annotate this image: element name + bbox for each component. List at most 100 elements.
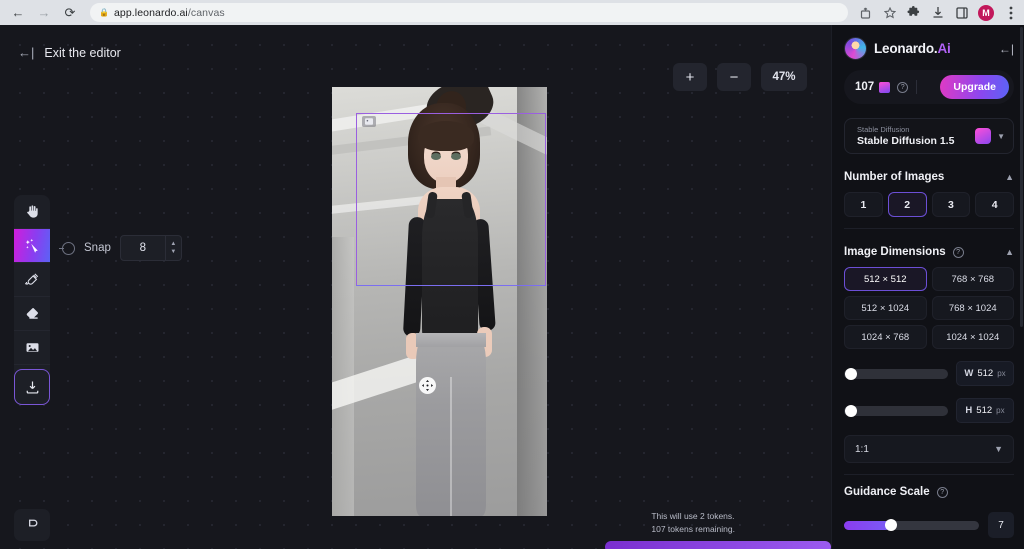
generate-button-partial[interactable] [605,541,831,549]
width-slider[interactable] [844,369,948,379]
guidance-scale-fill [844,521,890,530]
height-slider-knob[interactable] [845,405,857,417]
generated-image[interactable] [332,87,547,516]
chevron-up-icon[interactable]: ▲ [1005,172,1014,182]
brush-tool[interactable] [14,263,50,297]
image-dimensions-options: 512 × 512 768 × 768 512 × 1024 768 × 102… [844,267,1014,349]
side-panel-icon[interactable] [954,5,969,20]
move-handle[interactable] [419,377,436,394]
eye-left [431,153,441,160]
guidance-scale-slider[interactable] [844,521,979,530]
aspect-ratio-value: 1:1 [855,444,869,455]
magic-wand-cursor-icon [25,238,40,253]
guidance-scale-header: Guidance Scale ? [844,481,1014,503]
image-count-option-3[interactable]: 3 [932,192,971,217]
canvas-workspace[interactable]: ←| Exit the editor + − 47% [0,25,831,549]
image-count-option-2[interactable]: 2 [888,192,927,217]
guidance-scale-knob[interactable] [885,519,897,531]
help-icon[interactable]: ? [953,247,964,258]
image-dimensions-title: Image Dimensions [844,246,946,258]
number-of-images-header[interactable]: Number of Images ▲ [844,162,1014,192]
aspect-ratio-select[interactable]: 1:1 ▼ [844,435,1014,463]
dimension-option-512x1024[interactable]: 512 × 1024 [844,296,927,320]
zoom-controls: + − 47% [673,63,807,91]
reload-button[interactable]: ⟳ [58,1,82,25]
dimension-option-1024x768[interactable]: 1024 × 768 [844,325,927,349]
download-icon[interactable] [930,5,945,20]
exit-arrow-icon: ←| [18,45,34,60]
upgrade-button[interactable]: Upgrade [940,75,1009,99]
puzzle-icon[interactable] [906,5,921,20]
back-button[interactable]: ← [6,1,30,25]
forward-button[interactable]: → [32,1,56,25]
image-count-option-1[interactable]: 1 [844,192,883,217]
exit-editor-button[interactable]: ←| Exit the editor [18,45,121,60]
width-slider-knob[interactable] [845,368,857,380]
eraser-icon [25,306,40,321]
dimension-option-768x768[interactable]: 768 × 768 [932,267,1015,291]
token-coin-icon [879,82,890,93]
brand-name-text: Leonardo. [874,41,937,56]
credits-bar: 107 ? Upgrade [844,70,1014,104]
height-slider[interactable] [844,406,948,416]
stepper-up-icon[interactable]: ▲ [170,241,176,247]
snap-toggle[interactable] [62,242,75,255]
height-field[interactable]: H 512 px [956,398,1014,423]
height-unit: px [996,406,1004,415]
zoom-out-button[interactable]: − [717,63,751,91]
profile-avatar[interactable]: M [978,5,994,21]
hand-tool[interactable] [14,195,50,229]
image-dimensions-header[interactable]: Image Dimensions ? ▲ [844,237,1014,267]
height-value: 512 [976,405,992,416]
snap-stepper[interactable]: ▲ ▼ [166,235,182,261]
help-icon[interactable]: ? [897,82,908,93]
eraser-tool[interactable] [14,297,50,331]
share-icon[interactable] [858,5,873,20]
address-bar[interactable]: 🔒 app.leonardo.ai/canvas [90,3,848,22]
width-unit: px [997,369,1005,378]
image-count-option-4[interactable]: 4 [975,192,1014,217]
width-label: W [964,368,973,379]
hand-icon [25,204,40,219]
model-selector[interactable]: Stable Diffusion Stable Diffusion 1.5 ▼ [844,118,1014,154]
undo-button[interactable] [14,509,50,541]
browser-toolbar: ← → ⟳ 🔒 app.leonardo.ai/canvas M [0,0,1024,25]
dimension-option-1024x1024[interactable]: 1024 × 1024 [932,325,1015,349]
model-name: Stable Diffusion 1.5 [857,135,954,147]
kebab-menu-icon[interactable] [1003,5,1018,20]
download-tool[interactable] [14,369,50,405]
waistband [416,333,486,347]
browser-actions: M [854,5,1018,21]
image-icon [25,340,40,355]
magic-select-tool[interactable] [14,229,50,263]
zoom-level-indicator[interactable]: 47% [761,63,807,91]
model-kicker: Stable Diffusion [857,125,954,134]
chevron-down-icon[interactable]: ▼ [994,444,1003,454]
divider [844,228,1014,229]
exit-editor-label: Exit the editor [44,46,120,60]
collapse-panel-icon[interactable]: ←| [999,42,1014,56]
chevron-down-icon[interactable]: ▼ [997,132,1005,141]
height-control: H 512 px [844,398,1014,423]
guidance-scale-value[interactable]: 7 [988,512,1014,538]
settings-panel: Leonardo.Ai ←| 107 ? Upgrade Stable Diff… [831,25,1024,549]
guidance-scale-section: Guidance Scale ? 7 [832,481,1024,549]
tool-rail [14,195,50,405]
width-field[interactable]: W 512 px [956,361,1014,386]
snap-value-input[interactable]: 8 [120,235,166,261]
leonardo-app: ←| Exit the editor + − 47% [0,25,1024,549]
dimension-option-512x512[interactable]: 512 × 512 [844,267,927,291]
dimension-option-768x1024[interactable]: 768 × 1024 [932,296,1015,320]
zoom-in-button[interactable]: + [673,63,707,91]
tank-top [422,199,478,349]
panel-scrollbar[interactable] [1020,27,1023,327]
help-icon[interactable]: ? [937,487,948,498]
image-badge-icon[interactable] [362,116,376,127]
stepper-down-icon[interactable]: ▼ [170,249,176,255]
divider [916,80,917,94]
image-dimensions-section: Image Dimensions ? ▲ 512 × 512 768 × 768… [832,237,1024,475]
upload-image-tool[interactable] [14,331,50,365]
chevron-up-icon[interactable]: ▲ [1005,247,1014,257]
star-icon[interactable] [882,5,897,20]
number-of-images-title: Number of Images [844,171,944,183]
